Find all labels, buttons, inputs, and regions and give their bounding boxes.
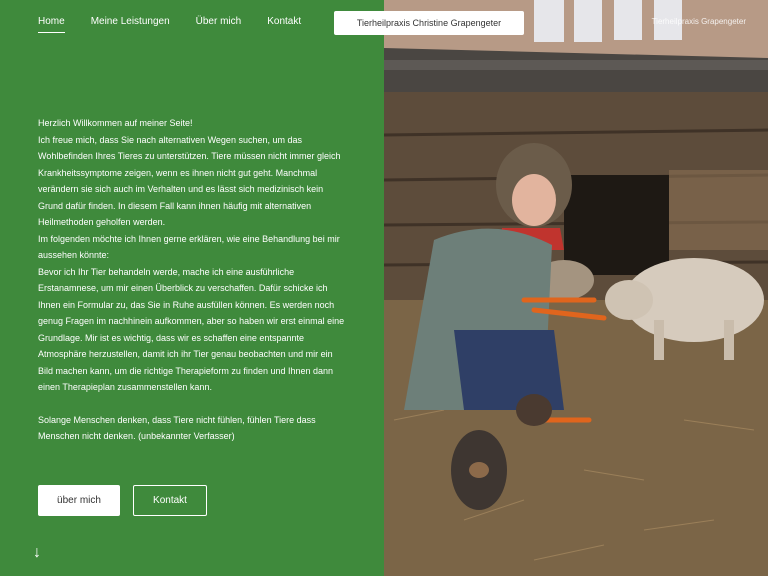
greeting-text: Herzlich Willkommen auf meiner Seite! — [38, 118, 193, 128]
hero-photo-illustration — [384, 0, 768, 576]
intro-text: Herzlich Willkommen auf meiner Seite! Ic… — [38, 115, 348, 445]
nav-item-meine-leistungen[interactable]: Meine Leistungen — [91, 16, 170, 33]
intro-paragraph-3: Bevor ich Ihr Tier behandeln werde, mach… — [38, 266, 345, 393]
contact-button[interactable]: Kontakt — [133, 485, 207, 516]
hero-photo — [384, 0, 768, 576]
scroll-down-arrow-icon[interactable]: ↓ — [33, 544, 41, 562]
brand-logo-label[interactable]: Tierheilpraxis Christine Grapengeter — [334, 11, 524, 35]
quote-text: Solange Menschen denken, dass Tiere nich… — [38, 414, 316, 442]
main-navigation: Home Meine Leistungen Über mich Kontakt — [38, 16, 327, 33]
nav-item-ueber-mich[interactable]: Über mich — [196, 16, 242, 33]
intro-paragraph-2: Im folgenden möchte ich Ihnen gerne erkl… — [38, 233, 340, 261]
nav-item-home[interactable]: Home — [38, 16, 65, 33]
photo-watermark: Tierheilpraxis Grapengeter — [651, 17, 746, 26]
nav-item-kontakt[interactable]: Kontakt — [267, 16, 301, 33]
hero-left-panel: Home Meine Leistungen Über mich Kontakt … — [0, 0, 384, 576]
intro-paragraph-1: Ich freue mich, dass Sie nach alternativ… — [38, 134, 341, 228]
about-me-button[interactable]: über mich — [38, 485, 120, 516]
